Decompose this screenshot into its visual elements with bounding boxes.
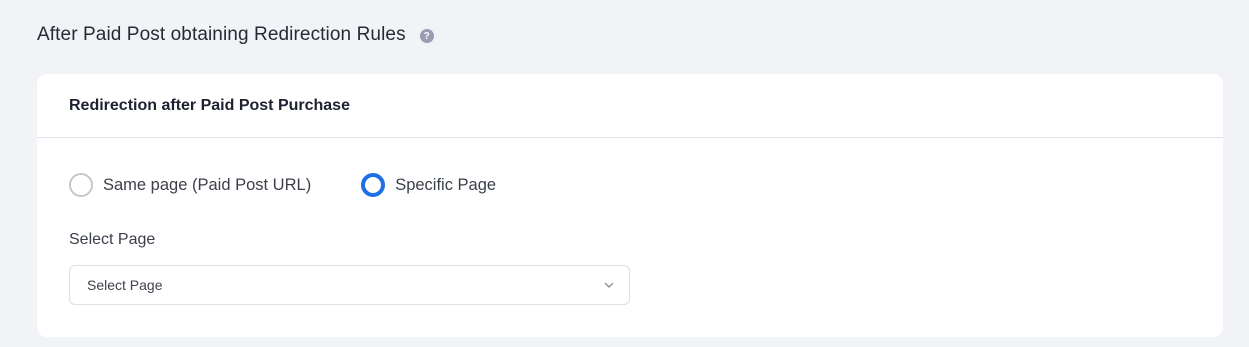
section-title: After Paid Post obtaining Redirection Ru… <box>37 24 406 45</box>
select-page-value: Select Page <box>87 277 163 293</box>
card-title: Redirection after Paid Post Purchase <box>69 96 350 114</box>
select-page-dropdown[interactable]: Select Page <box>69 265 630 305</box>
radio-label-specific-page: Specific Page <box>395 175 497 194</box>
radio-option-specific-page[interactable]: Specific Page <box>361 173 496 197</box>
chevron-down-icon <box>604 282 614 288</box>
redirection-card: Redirection after Paid Post Purchase Sam… <box>37 74 1223 337</box>
select-page-label: Select Page <box>69 231 156 248</box>
redirect-radio-group: Same page (Paid Post URL) Specific Page <box>69 173 496 197</box>
radio-same-page[interactable] <box>69 173 93 197</box>
section-header: After Paid Post obtaining Redirection Ru… <box>37 24 434 46</box>
radio-specific-page[interactable] <box>361 173 386 197</box>
radio-label-same-page: Same page (Paid Post URL) <box>103 175 312 194</box>
question-mark-icon[interactable]: ? <box>419 29 434 43</box>
card-header: Redirection after Paid Post Purchase <box>37 74 1223 138</box>
radio-option-same-page[interactable]: Same page (Paid Post URL) <box>69 173 311 197</box>
